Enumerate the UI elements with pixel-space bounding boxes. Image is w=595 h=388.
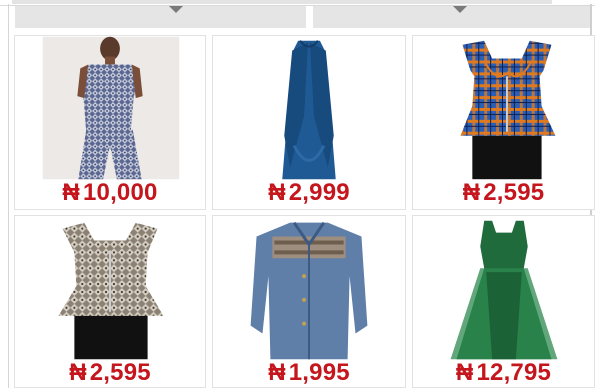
product-card[interactable]: ₦ 2,595 xyxy=(14,215,206,388)
product-card[interactable]: ₦ 12,795 xyxy=(412,215,595,388)
product-card[interactable]: ₦ 1,995 xyxy=(212,215,406,388)
product-price: ₦ 2,999 xyxy=(268,179,350,206)
product-card[interactable]: ₦ 2,595 xyxy=(412,35,595,210)
column-header-bar-right[interactable] xyxy=(313,6,590,28)
product-price: ₦ 2,595 xyxy=(69,359,151,386)
caret-down-icon xyxy=(453,6,467,13)
product-card[interactable]: ₦ 10,000 xyxy=(14,35,206,210)
product-image-green-dress[interactable] xyxy=(413,216,594,360)
product-image-plaid-top[interactable] xyxy=(413,36,594,180)
product-image-denim-jacket[interactable] xyxy=(213,216,405,360)
product-image-vest[interactable] xyxy=(213,36,405,180)
product-image-print-top[interactable] xyxy=(15,216,205,360)
product-price: ₦ 12,795 xyxy=(455,359,552,386)
column-header-bar-left[interactable] xyxy=(15,6,306,28)
product-card[interactable]: ₦ 2,999 xyxy=(212,35,406,210)
left-divider xyxy=(8,4,9,388)
caret-down-icon xyxy=(169,6,183,13)
product-price: ₦ 1,995 xyxy=(268,359,350,386)
product-price: ₦ 2,595 xyxy=(462,179,545,206)
top-scroll-bar[interactable] xyxy=(12,0,552,4)
product-image-jumpsuit[interactable] xyxy=(15,36,205,180)
product-price: ₦ 10,000 xyxy=(62,179,158,206)
